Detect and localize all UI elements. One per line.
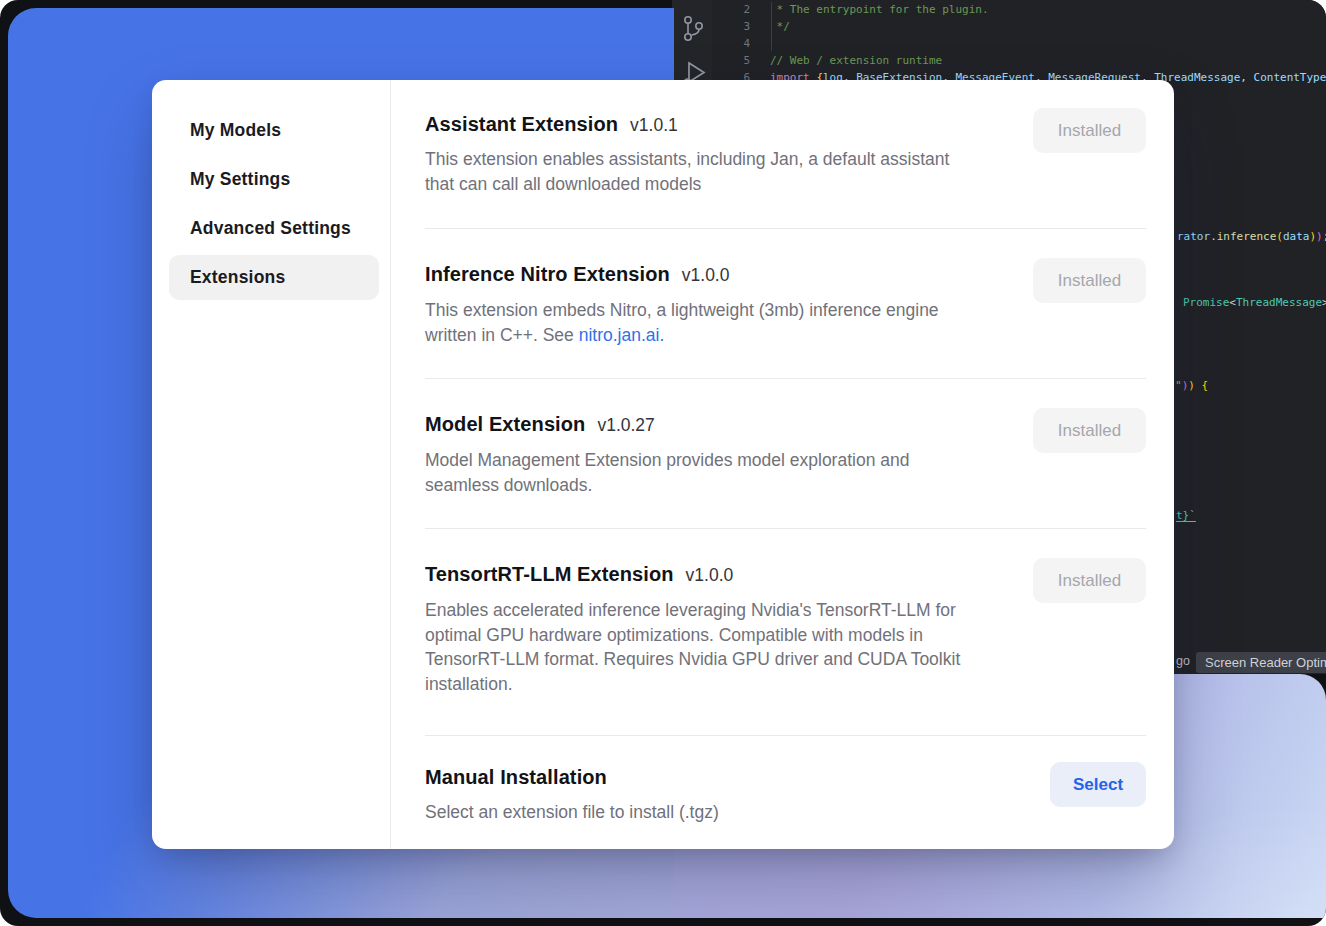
extension-version: v1.0.1 [630, 115, 678, 135]
code-token: ( [1276, 230, 1283, 243]
code-line: * The entrypoint for the plugin. [770, 1, 989, 18]
entry-divider [425, 378, 1146, 379]
extension-name-text: TensortRT-LLM Extension [425, 563, 674, 585]
sidebar-item-my-models[interactable]: My Models [169, 108, 379, 153]
sidebar-item-my-settings[interactable]: My Settings [169, 157, 379, 202]
nitro-link[interactable]: nitro.jan.ai. [579, 325, 665, 345]
extension-description: This extension enables assistants, inclu… [425, 147, 1045, 196]
extension-name-text: Manual Installation [425, 766, 607, 788]
code-token: Promise [1183, 296, 1229, 309]
code-token: rator [1177, 230, 1210, 243]
code-fragment: t}` [1176, 509, 1196, 523]
entry-divider [425, 228, 1146, 229]
settings-sidebar: My Models My Settings Advanced Settings Ext… [152, 108, 390, 304]
extension-name-text: Model Extension [425, 413, 585, 435]
extension-name-text: Inference Nitro Extension [425, 263, 670, 285]
extension-name: Model Extension v1.0.27 [425, 413, 655, 436]
extensions-panel: Assistant Extension v1.0.1 This extension … [390, 80, 1174, 849]
code-fragment: Promise<ThreadMessage> [1183, 296, 1326, 310]
line-number: 5 [672, 52, 750, 69]
sidebar-item-advanced-settings[interactable]: Advanced Settings [169, 206, 379, 251]
installed-button[interactable]: Installed [1033, 408, 1146, 453]
extension-description: Select an extension file to install (.tg… [425, 800, 1045, 825]
sidebar-item-label: My Models [190, 120, 281, 141]
code-token: < [1229, 296, 1236, 309]
code-token: ThreadMessage [1236, 296, 1322, 309]
code-token: ) [1188, 379, 1195, 392]
entry-divider [425, 735, 1146, 736]
code-line: */ [770, 18, 790, 35]
extension-name: Assistant Extension v1.0.1 [425, 113, 678, 136]
code-token: data [1283, 230, 1310, 243]
sidebar-item-extensions[interactable]: Extensions [169, 255, 379, 300]
extension-description: Enables accelerated inference leveraging… [425, 598, 1045, 696]
extension-version: v1.0.0 [682, 265, 730, 285]
line-number: 3 [672, 18, 750, 35]
extension-name-text: Assistant Extension [425, 113, 618, 135]
select-button[interactable]: Select [1050, 762, 1146, 807]
code-token: */ [770, 20, 790, 33]
code-token: ) [1316, 230, 1323, 243]
code-fragment: ")) { [1175, 379, 1208, 393]
sidebar-item-label: My Settings [190, 169, 290, 190]
code-token: * The entrypoint for the plugin. [770, 3, 989, 16]
settings-modal: My Models My Settings Advanced Settings Ext… [152, 80, 1174, 849]
code-fragment: rator.inference(data)); [1177, 230, 1326, 244]
line-number: 4 [672, 35, 750, 52]
code-token: " [1175, 379, 1182, 392]
code-token: . [1210, 230, 1217, 243]
extension-version: v1.0.0 [686, 565, 734, 585]
extension-name: Manual Installation [425, 766, 607, 789]
installed-button[interactable]: Installed [1033, 258, 1146, 303]
screen-reader-chip[interactable]: Screen Reader Optimize [1196, 652, 1326, 673]
code-token: { [1195, 379, 1208, 392]
extension-name: Inference Nitro Extension v1.0.0 [425, 263, 729, 286]
code-token: > [1322, 296, 1326, 309]
status-text: go [1176, 654, 1190, 668]
code-token: // Web / extension runtime [770, 54, 942, 67]
code-token: , [1240, 71, 1253, 84]
entry-divider [425, 528, 1146, 529]
extension-description: Model Management Extension provides mode… [425, 448, 1045, 497]
installed-button[interactable]: Installed [1033, 558, 1146, 603]
sidebar-item-label: Extensions [190, 267, 285, 288]
extension-version: v1.0.27 [597, 415, 654, 435]
code-token: ContentType [1254, 71, 1326, 84]
desktop-frame: 2 * The entrypoint for the plugin. 3 */ 45… [0, 0, 1326, 926]
extension-name: TensortRT-LLM Extension v1.0.0 [425, 563, 733, 586]
sidebar-item-label: Advanced Settings [190, 218, 351, 239]
code-token: inference [1217, 230, 1277, 243]
line-number: 2 [672, 1, 750, 18]
installed-button[interactable]: Installed [1033, 108, 1146, 153]
code-line: // Web / extension runtime [770, 52, 942, 69]
extension-description: This extension embeds Nitro, a lightweig… [425, 298, 1045, 347]
code-token: t}` [1176, 509, 1196, 522]
